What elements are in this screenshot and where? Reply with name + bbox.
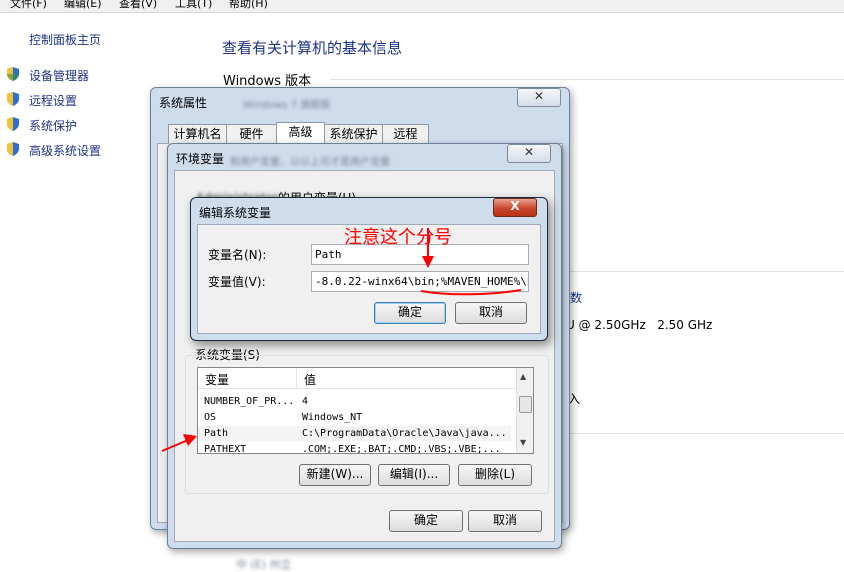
annotation-overlay (161, 228, 522, 452)
annotation-underline (420, 289, 522, 296)
annotation-arrow-down-icon (422, 228, 434, 268)
bottom-cutoff-text: 中 (E) 州立 (236, 558, 292, 571)
annotation-arrow-right-icon (161, 434, 197, 452)
